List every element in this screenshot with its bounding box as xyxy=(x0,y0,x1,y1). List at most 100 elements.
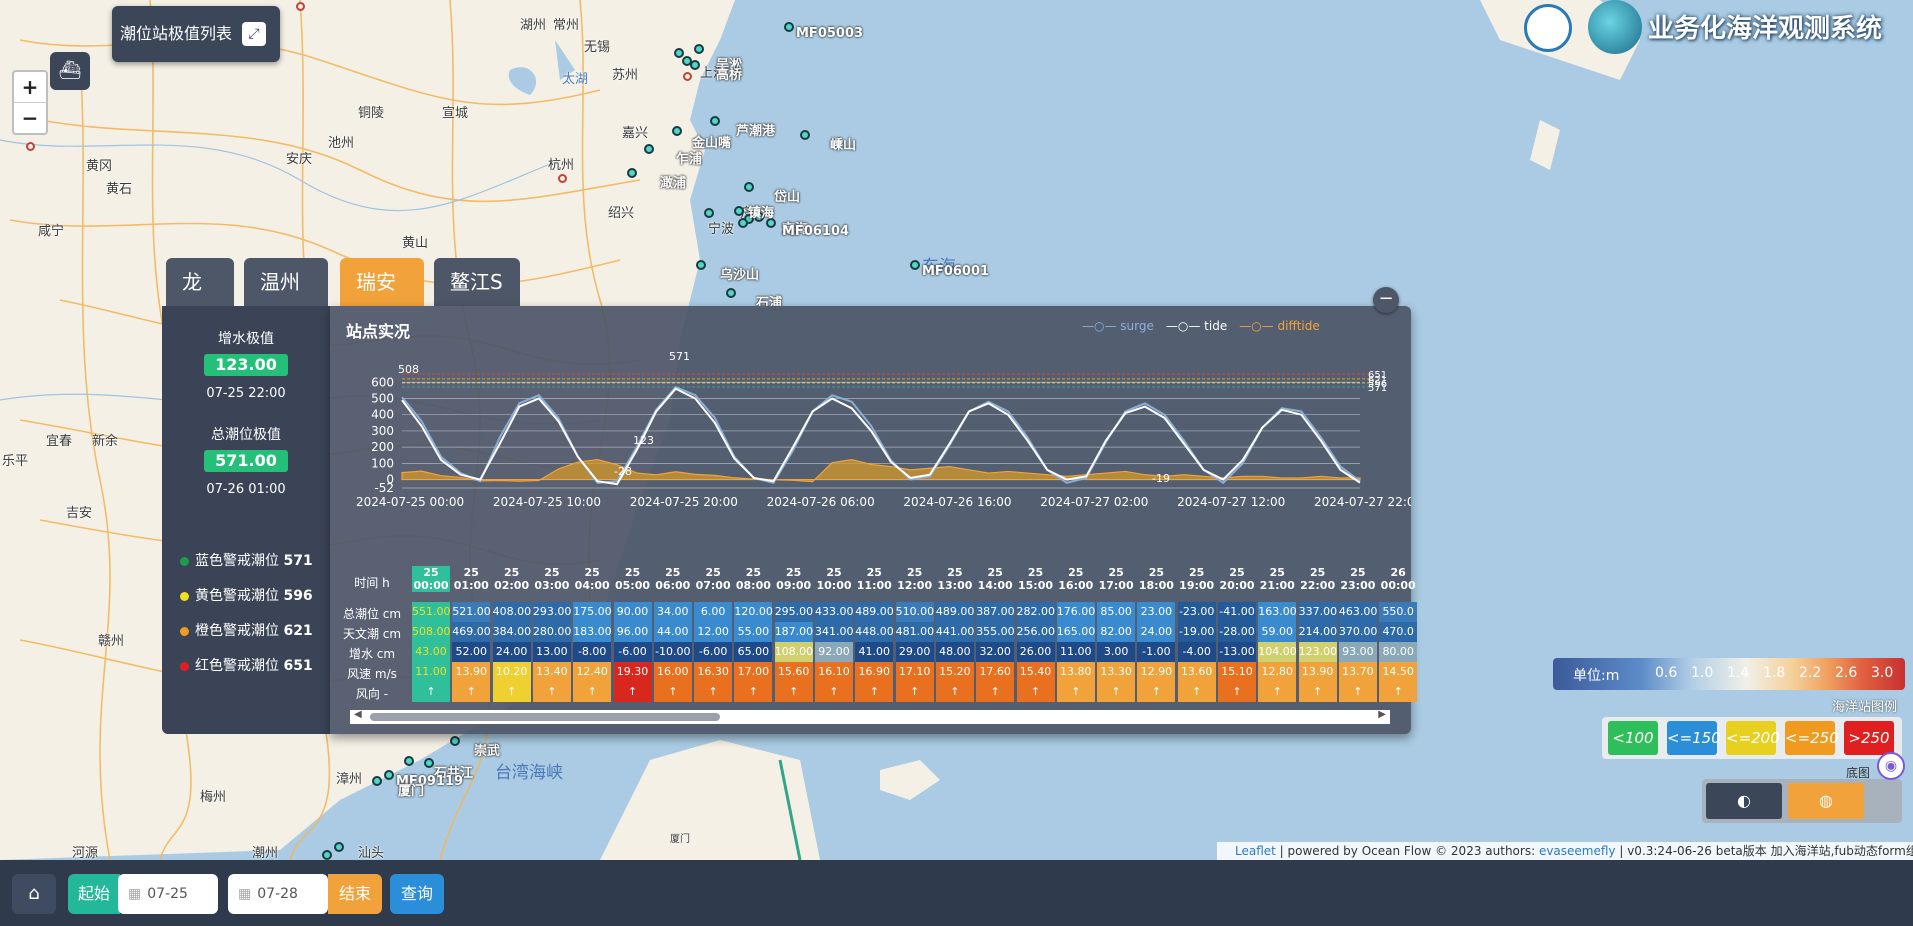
city-label: 无锡 xyxy=(584,40,611,55)
station-label: MF05003 xyxy=(796,26,864,41)
station-marker[interactable] xyxy=(910,260,920,270)
ocean-legend-item[interactable]: <=150 xyxy=(1667,721,1721,755)
station-marker[interactable] xyxy=(450,736,460,746)
table-scrollbar[interactable]: ◀ ▶ xyxy=(350,709,1390,724)
table-cell: 13.00 xyxy=(532,642,571,662)
version-text: | v0.3:24-06-26 beta版本 加入海洋站,fub动态form组件… xyxy=(1619,844,1913,858)
zoom-in-button[interactable]: + xyxy=(14,72,46,103)
table-cell: 90.00 xyxy=(613,602,652,622)
station-marker[interactable] xyxy=(372,776,382,786)
table-cell: 17.10 xyxy=(895,662,934,682)
zoom-out-button[interactable]: − xyxy=(14,103,46,133)
x-tick-label: 2024-07-25 20:00 xyxy=(630,495,738,509)
station-marker[interactable] xyxy=(694,44,704,54)
city-label: 吉安 xyxy=(66,506,93,521)
tab-station[interactable]: 龙湾 xyxy=(166,258,234,342)
warning-dot-icon xyxy=(180,661,189,671)
extreme-summary-panel: 增水极值 123.00 07-25 22:00 总潮位极值 571.00 07-… xyxy=(162,306,330,734)
city-dot xyxy=(558,174,567,183)
table-time-header: 25 12:00 xyxy=(897,566,933,592)
x-tick-label: 2024-07-26 16:00 xyxy=(903,495,1011,509)
tab-station[interactable]: 鳌江S xyxy=(434,258,520,306)
author-link[interactable]: evaseemefly xyxy=(1539,844,1616,858)
table-cell: 448.00 xyxy=(855,622,894,642)
ocean-legend-item[interactable]: >250 xyxy=(1844,721,1894,755)
station-marker[interactable] xyxy=(334,842,344,852)
station-marker[interactable] xyxy=(644,144,654,154)
collapse-panel-button[interactable]: − xyxy=(1373,287,1399,313)
chart-legend[interactable]: —○— surge —○— tide —○— difftide xyxy=(1082,319,1332,333)
wind-direction-arrow-icon: ↑ xyxy=(935,682,974,702)
tab-station[interactable]: 温州S xyxy=(244,258,328,342)
station-marker[interactable] xyxy=(384,770,394,780)
station-marker[interactable] xyxy=(704,208,714,218)
table-cell: 16.90 xyxy=(855,662,894,682)
query-button[interactable]: 查询 xyxy=(390,874,444,914)
scrollbar-thumb[interactable] xyxy=(370,713,720,721)
station-marker[interactable] xyxy=(424,758,434,768)
table-cell: 6.00 xyxy=(694,602,733,622)
x-tick-label: 2024-07-25 00:00 xyxy=(356,495,464,509)
start-date-input[interactable]: ▦ 07-25 xyxy=(118,874,218,914)
ocean-legend-item[interactable]: <=200 xyxy=(1726,721,1780,755)
table-cell: 470.0 xyxy=(1379,622,1418,642)
end-label: 结束 xyxy=(328,874,382,914)
ship-layer-button[interactable]: ⛴ xyxy=(50,52,90,90)
table-cell: 29.00 xyxy=(895,642,934,662)
expand-icon[interactable]: ⤢ xyxy=(242,22,266,46)
ocean-legend-title: 海洋站图例 xyxy=(1832,700,1898,715)
table-cell: 433.00 xyxy=(815,602,854,622)
ocean-legend-item[interactable]: <=250 xyxy=(1785,721,1839,755)
wind-direction-arrow-icon: ↑ xyxy=(653,682,692,702)
calendar-icon: ▦ xyxy=(128,886,142,902)
map-attribution: Leaflet | powered by Ocean Flow © 2023 a… xyxy=(1217,842,1913,860)
station-marker[interactable] xyxy=(627,168,637,178)
assistant-icon[interactable]: ◉ xyxy=(1877,752,1905,780)
station-marker[interactable] xyxy=(690,60,700,70)
station-label: 金山嘴 xyxy=(692,136,732,151)
station-marker[interactable] xyxy=(672,126,682,136)
x-tick-label: 2024-07-26 06:00 xyxy=(767,495,875,509)
table-cell: 41.00 xyxy=(855,642,894,662)
legend-item[interactable]: —○— difftide xyxy=(1239,319,1320,333)
station-marker[interactable] xyxy=(322,850,332,860)
station-marker[interactable] xyxy=(744,182,754,192)
table-time-header: 25 11:00 xyxy=(856,566,892,592)
basemap-light-button[interactable]: ◍ xyxy=(1788,783,1864,819)
scroll-right-icon[interactable]: ▶ xyxy=(1378,709,1386,720)
table-cell: 48.00 xyxy=(935,642,974,662)
scroll-left-icon[interactable]: ◀ xyxy=(354,709,362,720)
table-cell: -4.00 xyxy=(1177,642,1216,662)
legend-item[interactable]: —○— surge xyxy=(1082,319,1154,333)
end-date-input[interactable]: ▦ 07-28 xyxy=(228,874,328,914)
legend-item[interactable]: —○— tide xyxy=(1166,319,1227,333)
table-cell: 370.00 xyxy=(1338,622,1377,642)
table-time-header: 25 02:00 xyxy=(494,566,530,592)
surge-extreme-time: 07-25 22:00 xyxy=(206,386,286,401)
station-marker[interactable] xyxy=(784,22,794,32)
leaflet-link[interactable]: Leaflet xyxy=(1235,844,1276,858)
wind-direction-arrow-icon: ↑ xyxy=(1056,682,1095,702)
table-cell: 13.90 xyxy=(452,662,491,682)
ocean-legend-item[interactable]: <100 xyxy=(1608,721,1658,755)
station-marker[interactable] xyxy=(404,756,414,766)
station-marker[interactable] xyxy=(710,116,720,126)
station-marker[interactable] xyxy=(726,288,736,298)
city-label: 漳州 xyxy=(336,772,363,787)
station-marker[interactable] xyxy=(696,260,706,270)
chart-annotation: 508 xyxy=(398,363,419,376)
table-time-header: 25 03:00 xyxy=(534,566,570,592)
extremes-list-button[interactable]: 潮位站极值列表 ⤢ xyxy=(112,6,280,62)
station-marker[interactable] xyxy=(734,206,744,216)
table-time-header: 25 04:00 xyxy=(574,566,610,592)
table-row-label: 风速 m/s xyxy=(347,667,397,681)
station-label: MF06001 xyxy=(922,264,990,279)
station-marker[interactable] xyxy=(800,130,810,140)
table-cell: -19.00 xyxy=(1177,622,1216,642)
station-marker[interactable] xyxy=(738,218,748,228)
table-cell: 15.40 xyxy=(1016,662,1055,682)
y-tick-label: -52 xyxy=(374,481,394,495)
tab-station-active[interactable]: 瑞安S xyxy=(340,258,424,342)
home-button[interactable]: ⌂ xyxy=(12,874,56,914)
basemap-dark-button[interactable]: ◐ xyxy=(1706,783,1782,819)
